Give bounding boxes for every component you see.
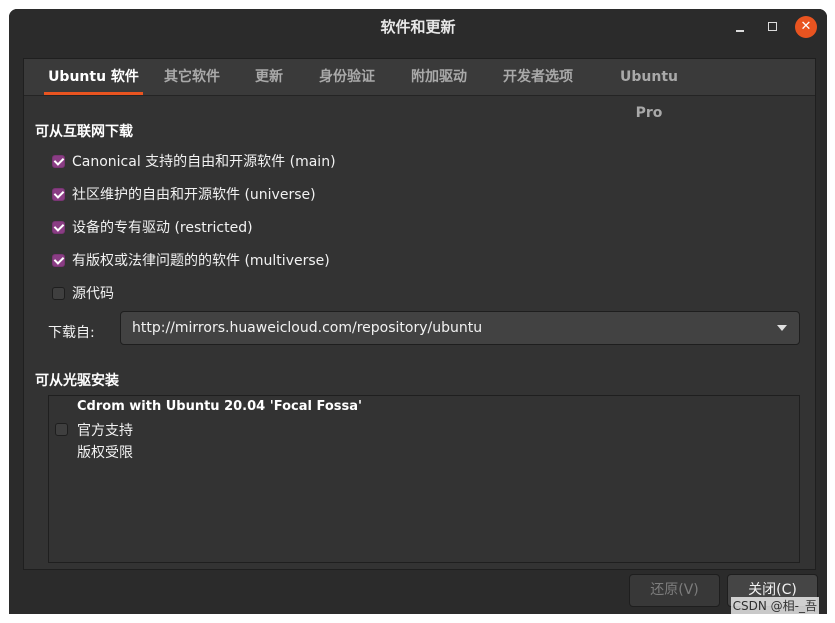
window-title: 软件和更新 [380,18,456,36]
minimize-button[interactable] [729,16,751,38]
title-bar[interactable]: 软件和更新 ✕ [9,9,827,46]
download-server-value: http://mirrors.huaweicloud.com/repositor… [132,320,483,336]
tab-ubuntu-pro[interactable]: Ubuntu Pro [606,59,692,121]
close-window-button[interactable]: ✕ [795,16,817,38]
maximize-icon [767,21,777,31]
tab-developer-options[interactable]: 开发者选项 [499,59,577,95]
tab-other-software[interactable]: 其它软件 [161,59,223,95]
option-main-label: Canonical 支持的自由和开源软件 (main) [72,154,336,170]
checkbox-restricted[interactable] [52,220,65,234]
option-source-code[interactable]: 源代码 [52,282,114,304]
cdrom-entry-line2: 版权受限 [77,445,133,461]
cdrom-entry-title: Cdrom with Ubuntu 20.04 'Focal Fossa' [77,399,362,414]
cdrom-entry-line1: 官方支持 [77,423,133,439]
tab-additional-drivers[interactable]: 附加驱动 [407,59,471,95]
tab-notebook: Ubuntu 软件 其它软件 更新 身份验证 附加驱动 开发者选项 Ubuntu… [23,58,816,570]
checkbox-source-code[interactable] [52,286,65,300]
download-server-combo[interactable]: http://mirrors.huaweicloud.com/repositor… [120,311,800,345]
minimize-icon [736,29,744,32]
checkbox-universe[interactable] [52,187,65,201]
option-restricted[interactable]: 设备的专有驱动 (restricted) [52,216,253,238]
software-updates-window: 软件和更新 ✕ Ubuntu 软件 其它软件 更新 身份验证 附加驱动 开发者选… [9,9,827,614]
tab-ubuntu-software[interactable]: Ubuntu 软件 [44,59,143,95]
checkbox-multiverse[interactable] [52,253,65,267]
option-universe[interactable]: 社区维护的自由和开源软件 (universe) [52,183,316,205]
revert-button[interactable]: 还原(V) [629,574,720,607]
close-icon: ✕ [800,19,812,34]
download-from-label: 下载自: [48,325,95,341]
watermark: CSDN @相-_吾 [730,597,819,614]
tab-updates[interactable]: 更新 [252,59,286,95]
dropdown-arrow-icon [777,325,787,331]
cdrom-section-title: 可从光驱安装 [35,373,119,389]
option-multiverse-label: 有版权或法律问题的的软件 (multiverse) [72,253,330,269]
checkbox-main[interactable] [52,154,65,168]
internet-section-title: 可从互联网下载 [35,124,133,140]
cdrom-list: Cdrom with Ubuntu 20.04 'Focal Fossa' 官方… [48,395,800,563]
maximize-button[interactable] [761,16,783,38]
option-multiverse[interactable]: 有版权或法律问题的的软件 (multiverse) [52,249,330,271]
option-main[interactable]: Canonical 支持的自由和开源软件 (main) [52,150,336,172]
tab-authentication[interactable]: 身份验证 [315,59,379,95]
checkbox-cdrom[interactable] [55,423,68,436]
tab-bar: Ubuntu 软件 其它软件 更新 身份验证 附加驱动 开发者选项 Ubuntu… [24,59,815,121]
window-content: Ubuntu 软件 其它软件 更新 身份验证 附加驱动 开发者选项 Ubuntu… [9,46,827,614]
option-source-code-label: 源代码 [72,286,114,302]
option-universe-label: 社区维护的自由和开源软件 (universe) [72,187,316,203]
option-restricted-label: 设备的专有驱动 (restricted) [72,220,253,236]
